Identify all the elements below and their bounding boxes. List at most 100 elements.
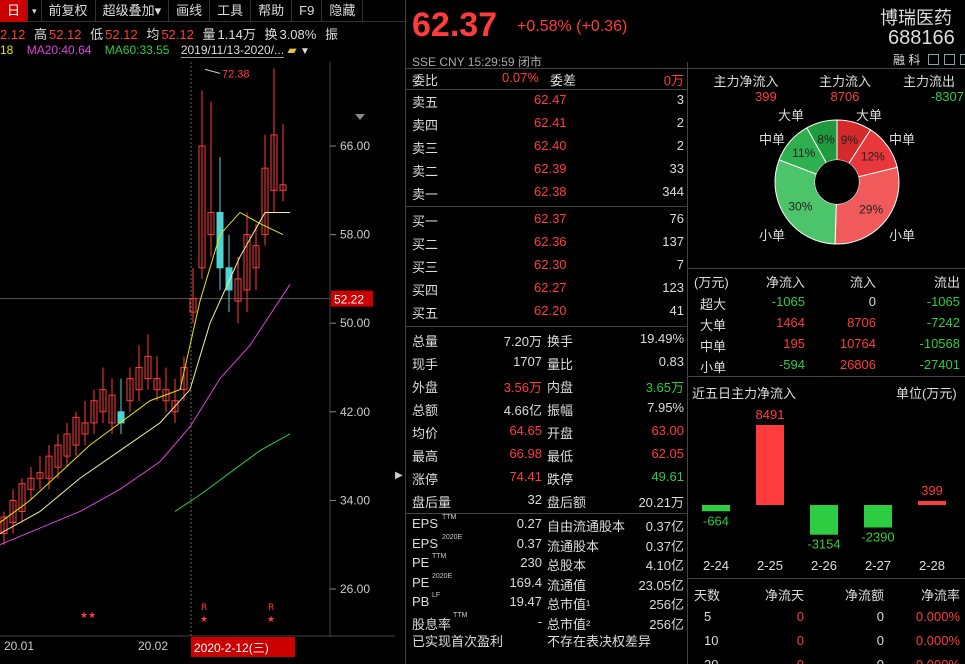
folder-icon[interactable]: ▰ [287,43,296,57]
ask-row[interactable]: 卖三 62.40 2 [412,138,684,161]
note-icon[interactable] [944,54,956,65]
ask-row[interactable]: 卖一 62.38 344 [412,184,684,207]
overlay-button[interactable]: 超级叠加▾ [96,0,170,22]
adjust-price-button[interactable]: 前复权 [42,0,96,22]
event-flag-marker[interactable]: R [268,603,274,613]
draw-line-button[interactable]: 画线 [169,0,211,22]
flow-row-out: -27401 [919,357,960,372]
fin-label: 总市值¹ [547,597,591,612]
stats-label: 开盘 [547,426,574,441]
ma-legend: 18 MA20:40.64 MA60:33.55 2019/11/13-2020… [0,43,405,61]
fin-label: 总市值² [547,616,591,632]
fin-label: 股息率 [412,616,452,632]
stats-value: 62.05 [651,446,684,461]
stats-label: 总量 [412,334,439,349]
ask-row[interactable]: 卖四 62.41 2 [412,115,684,138]
date-range-selector[interactable]: 2019/11/13-2020/... [180,43,285,58]
stock-code: 688166 [888,27,955,49]
days-row-label: 5 [704,609,712,624]
event-flag-marker[interactable]: R [201,603,207,613]
five-day-date-label: 2-26 [811,558,837,573]
stats-value: 63.00 [651,423,684,438]
pie-category-label: 中单 [889,132,915,147]
bid-volume: 7 [676,257,684,272]
price-tick-label: 58.00 [340,228,370,242]
margin-badge: 融 [893,53,906,67]
days-row-label: 10 [704,633,719,648]
help-button[interactable]: 帮助 [251,0,293,22]
collapse-icon[interactable]: ▼ [300,46,310,57]
ask-price: 62.47 [534,92,567,107]
expand-arrow-icon[interactable]: ▶ [395,470,405,490]
stats-label: 换手 [547,334,574,349]
bid-volume: 76 [669,211,684,226]
bid-volume: 123 [662,280,684,295]
fin-value: 256亿 [649,616,684,632]
days-table-header: 净流天 [764,588,804,603]
pie-slice-label: 30% [788,199,812,213]
stats-value: 49.61 [651,469,684,484]
stats-label: 均价 [412,426,439,441]
bid-row[interactable]: 买四 62.27 123 [412,280,684,303]
pie-category-label: 小单 [889,228,915,243]
bid-level-label: 买一 [412,214,439,229]
stats-value: 64.65 [509,423,542,438]
price-tick-label: 34.00 [340,493,370,507]
five-day-bar [702,505,730,512]
amp-label: 振 [324,27,338,42]
stats-row: 总额 4.66亿 振幅 7.95% [412,400,684,423]
price-tick-label: 42.00 [340,405,370,419]
flow-row-label: 小单 [700,360,727,375]
f9-button[interactable]: F9 [292,0,323,22]
ask-volume: 2 [676,138,684,153]
hide-button[interactable]: 隐藏 [322,0,364,22]
days-row-count: 0 [796,633,804,648]
stats-value: 7.20万 [503,334,542,349]
price-tick-label: 50.00 [340,316,370,330]
pie-slice-label: 29% [859,203,883,217]
five-day-date-label: 2-28 [919,558,945,573]
event-flag-marker[interactable]: ★★ [80,611,96,621]
five-day-bar [918,501,946,505]
scroll-arrow-icon[interactable] [355,114,365,120]
main-inflow-value: 8706 [830,89,860,104]
fin-label: PB [412,594,430,609]
kline-chart[interactable]: 66.00 58.00 50.00 42.00 34.00 26.00 52.22 72.38… [0,62,395,664]
stats-value: 66.98 [509,446,542,461]
low-label: 低 [90,27,104,42]
ask-level-label: 卖四 [412,118,439,133]
vol-label: 量 [202,27,216,42]
ask-level-label: 卖二 [412,164,439,179]
bid-row[interactable]: 买五 62.20 41 [412,303,684,326]
stats-value: 1707 [513,354,542,369]
ask-row[interactable]: 卖五 62.47 3 [412,92,684,115]
diff-value: 0万 [663,73,684,88]
bid-row[interactable]: 买三 62.30 7 [412,257,684,280]
ma-prefix: 18 [0,43,14,57]
ask-row[interactable]: 卖二 62.39 33 [412,161,684,184]
stats-label: 跌停 [547,472,574,487]
pie-category-label: 中单 [759,132,785,147]
flow-row-in: 8706 [847,315,876,330]
fin-label-suffix: TTM [432,553,447,560]
financial-row: PE 2020E 169.4 流通值 23.05亿 [412,573,684,594]
period-dropdown-icon[interactable]: ▾ [28,0,42,22]
bid-volume: 41 [669,303,684,318]
stats-value: 32 [527,492,542,507]
stats-value: 74.41 [509,469,542,484]
bid-row[interactable]: 买二 62.36 137 [412,234,684,257]
ask-volume: 2 [676,115,684,130]
tools-button[interactable]: 工具 [210,0,252,22]
flow-row-label: 中单 [700,339,727,354]
day-period-tab[interactable]: 日 [0,0,29,22]
edit-icon[interactable] [927,54,939,65]
flow-row-label: 超大 [700,297,727,312]
stats-row: 最高 66.98 最低 62.05 [412,446,684,469]
star-marker: ★ [200,615,208,625]
bid-row[interactable]: 买一 62.37 76 [412,211,684,234]
candle-body [117,411,125,424]
days-row-count: 0 [796,609,804,624]
menu-icon[interactable] [960,54,965,65]
stats-label: 盘后额 [547,495,587,510]
flow-row-out: -10568 [919,336,960,351]
